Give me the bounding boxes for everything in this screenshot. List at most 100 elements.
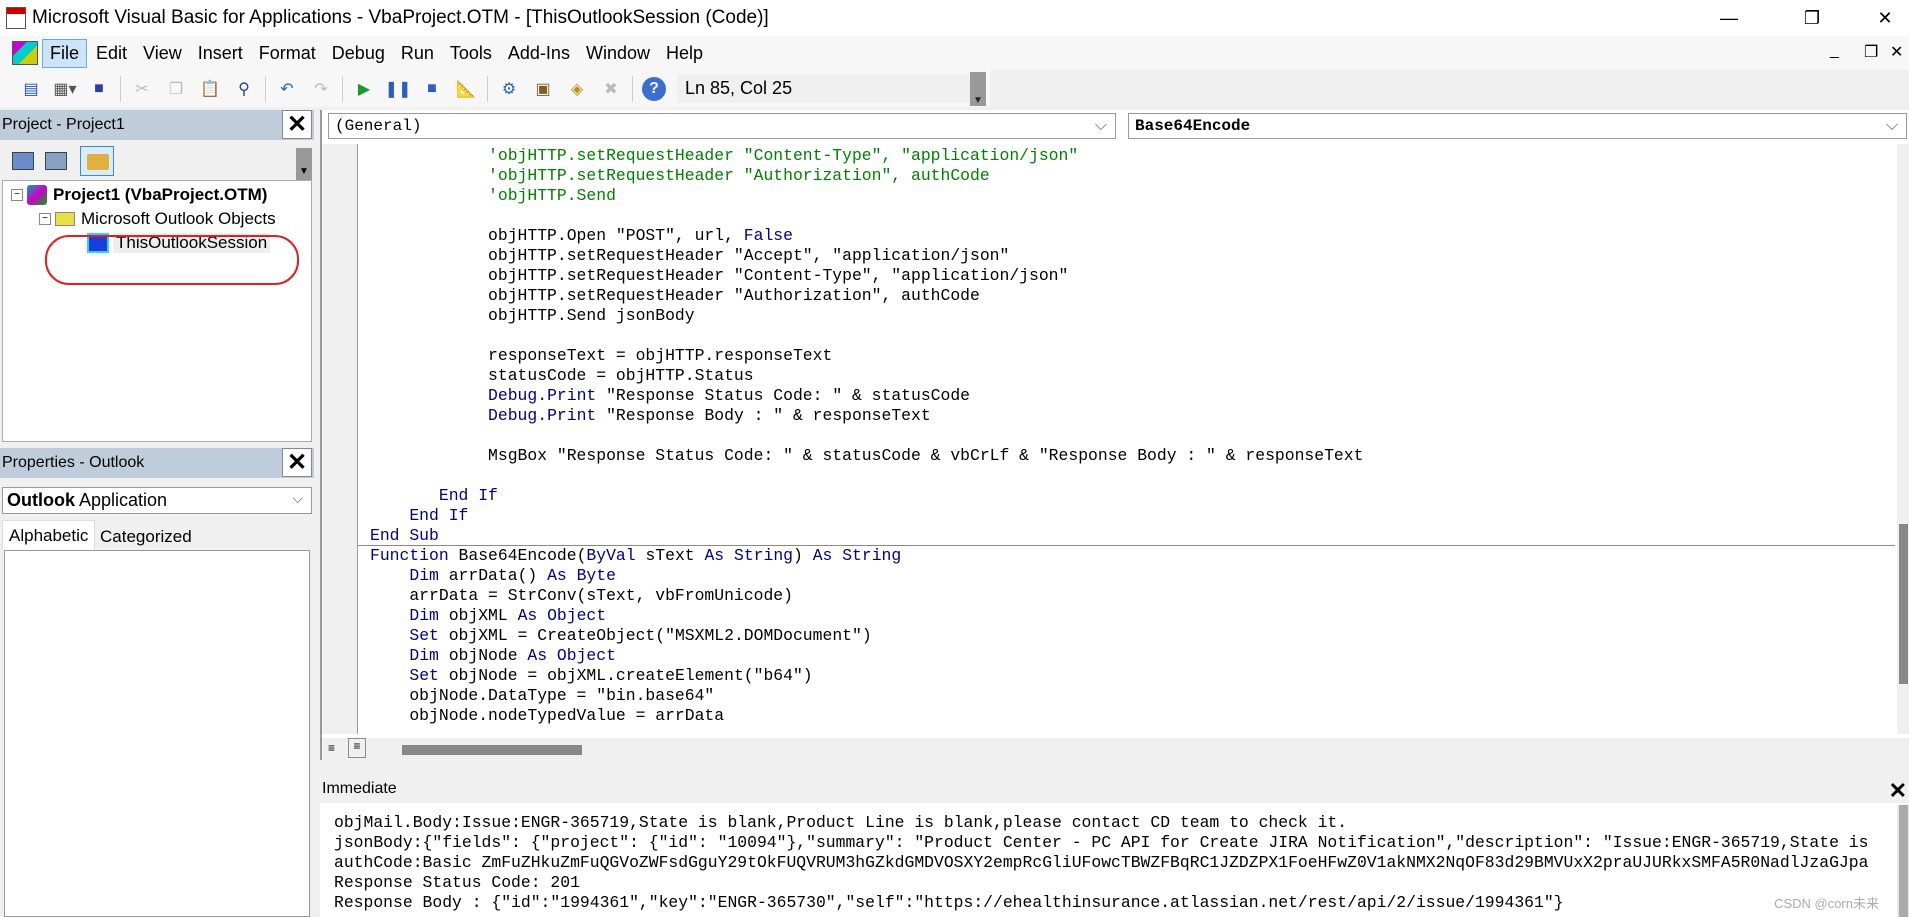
code-token: ) bbox=[793, 546, 813, 565]
code-line: objHTTP.setRequestHeader "Accept", "appl… bbox=[370, 246, 1895, 266]
properties-window-icon[interactable]: ▣ bbox=[531, 77, 555, 101]
minimize-button[interactable]: — bbox=[1706, 0, 1752, 36]
immediate-line: Response Status Code: 201 bbox=[334, 873, 580, 892]
code-line: Debug.Print "Response Status Code: " & s… bbox=[370, 386, 1895, 406]
save-icon[interactable]: ■ bbox=[87, 77, 111, 101]
keyword-token: Debug.Print bbox=[488, 386, 597, 405]
menu-window[interactable]: Window bbox=[579, 40, 657, 67]
code-token: MsgBox "Response Status Code: " & status… bbox=[370, 446, 1364, 465]
paste-icon[interactable]: 📋 bbox=[198, 77, 222, 101]
menu-debug[interactable]: Debug bbox=[325, 40, 392, 67]
collapse-icon[interactable]: − bbox=[39, 213, 51, 225]
menu-insert[interactable]: Insert bbox=[191, 40, 250, 67]
code-line: Function Base64Encode(ByVal sText As Str… bbox=[370, 546, 1895, 566]
menu-add-ins[interactable]: Add-Ins bbox=[501, 40, 577, 67]
mdi-minimize-button[interactable]: _ bbox=[1830, 42, 1839, 60]
object-browser-icon[interactable]: ◈ bbox=[565, 77, 589, 101]
cut-icon[interactable]: ✂ bbox=[130, 77, 154, 101]
code-token: "Response Status Code: " & statusCode bbox=[596, 386, 971, 405]
object-dropdown[interactable]: Outlook Application ⌵ bbox=[2, 487, 312, 514]
restore-button[interactable]: ❐ bbox=[1789, 0, 1835, 36]
standard-toolbar: ▤ ▦▾ ■ ✂ ❐ 📋 ⚲ ↶ ↷ ▶ ❚❚ ■ 📐 ⚙ ▣ ◈ ✖ ? Ln… bbox=[0, 70, 990, 107]
scroll-thumb[interactable] bbox=[1899, 524, 1908, 684]
menu-view[interactable]: View bbox=[136, 40, 189, 67]
redo-icon[interactable]: ↷ bbox=[309, 77, 333, 101]
immediate-output[interactable]: objMail.Body:Issue:ENGR-365719,State is … bbox=[334, 813, 1889, 913]
close-button[interactable]: ✕ bbox=[1862, 0, 1908, 36]
properties-close-button[interactable]: ✕ bbox=[282, 448, 312, 477]
project-toolbar-scroll[interactable]: ▼ bbox=[296, 148, 312, 182]
keyword-token: ByVal bbox=[586, 546, 636, 565]
code-line: statusCode = objHTTP.Status bbox=[370, 366, 1895, 386]
reset-icon[interactable]: ■ bbox=[420, 77, 444, 101]
menu-bar: File Edit View Insert Format Debug Run T… bbox=[0, 36, 1909, 70]
immediate-scrollbar[interactable] bbox=[1897, 805, 1909, 917]
vertical-scrollbar[interactable] bbox=[1897, 144, 1909, 734]
immediate-header: Immediate bbox=[320, 775, 1909, 803]
toolbar-options-icon[interactable]: ▼ bbox=[970, 72, 986, 106]
code-line: End Sub bbox=[370, 526, 1895, 546]
properties-title: Properties - Outlook bbox=[2, 454, 145, 471]
design-mode-icon[interactable]: 📐 bbox=[454, 77, 478, 101]
tab-alphabetic[interactable]: Alphabetic bbox=[2, 520, 95, 550]
tree-node-project1[interactable]: − Project1 (VbaProject.OTM) bbox=[11, 185, 267, 205]
code-line: objHTTP.setRequestHeader "Content-Type",… bbox=[370, 266, 1895, 286]
mdi-restore-button[interactable]: ❐ bbox=[1864, 42, 1878, 62]
full-module-view-button[interactable]: ≡ bbox=[348, 738, 366, 758]
menu-tools[interactable]: Tools bbox=[443, 40, 499, 67]
comment-token: 'objHTTP.setRequestHeader "Content-Type"… bbox=[370, 146, 1079, 165]
menu-edit[interactable]: Edit bbox=[89, 40, 134, 67]
code-line: responseText = objHTTP.responseText bbox=[370, 346, 1895, 366]
procedure-view-button[interactable]: ≡ bbox=[328, 741, 335, 755]
collapse-icon[interactable]: − bbox=[11, 189, 23, 201]
break-icon[interactable]: ❚❚ bbox=[385, 77, 412, 101]
horizontal-scroll-area: ≡ ≡ bbox=[322, 738, 1909, 760]
menu-format[interactable]: Format bbox=[252, 40, 323, 67]
run-icon[interactable]: ▶ bbox=[352, 77, 376, 101]
code-token: objXML bbox=[438, 606, 518, 625]
keyword-token: End Sub bbox=[370, 526, 439, 545]
view-object-icon[interactable] bbox=[45, 152, 67, 170]
undo-icon[interactable]: ↶ bbox=[275, 77, 299, 101]
keyword-token: Set bbox=[409, 666, 439, 685]
mdi-close-button[interactable]: ✕ bbox=[1890, 42, 1903, 62]
copy-icon[interactable]: ❐ bbox=[164, 77, 188, 101]
view-code-icon[interactable] bbox=[12, 152, 34, 170]
project-explorer: Project - Project1 ✕ ▼ − Project1 (VbaPr… bbox=[0, 110, 314, 442]
code-token: objHTTP.setRequestHeader "Accept", "appl… bbox=[370, 246, 1010, 265]
title-bar: Microsoft Visual Basic for Applications … bbox=[0, 0, 1909, 36]
menu-file[interactable]: File bbox=[42, 38, 88, 68]
procedure-combo[interactable]: Base64Encode ⌵ bbox=[1128, 113, 1907, 139]
immediate-line: Response Body : {"id":"1994361","key":"E… bbox=[334, 893, 1564, 912]
code-line: 'objHTTP.setRequestHeader "Authorization… bbox=[370, 166, 1895, 186]
project-close-button[interactable]: ✕ bbox=[282, 110, 312, 139]
code-token: objNode.nodeTypedValue = arrData bbox=[370, 706, 725, 725]
keyword-token: As Byte bbox=[547, 566, 616, 585]
project-explorer-title: Project - Project1 bbox=[2, 116, 125, 133]
project-explorer-icon[interactable]: ⚙ bbox=[497, 77, 521, 101]
immediate-close-button[interactable]: ✕ bbox=[1889, 778, 1907, 804]
keyword-token: As Object bbox=[527, 646, 616, 665]
keyword-token: Debug.Print bbox=[488, 406, 597, 425]
code-token: responseText = objHTTP.responseText bbox=[370, 346, 833, 365]
insert-userform-icon[interactable]: ▦▾ bbox=[53, 77, 77, 101]
horizontal-scroll-thumb[interactable] bbox=[402, 745, 582, 755]
code-editor[interactable]: 'objHTTP.setRequestHeader "Content-Type"… bbox=[370, 146, 1895, 734]
toggle-folders-icon[interactable] bbox=[80, 146, 114, 176]
view-object-icon[interactable]: ▤ bbox=[19, 77, 43, 101]
vba-menu-icon[interactable] bbox=[12, 41, 38, 65]
toolbox-icon[interactable]: ✖ bbox=[599, 77, 623, 101]
find-icon[interactable]: ⚲ bbox=[232, 77, 256, 101]
menu-run[interactable]: Run bbox=[394, 40, 441, 67]
menu-help[interactable]: Help bbox=[659, 40, 710, 67]
tab-categorized[interactable]: Categorized bbox=[96, 524, 196, 550]
keyword-token: As Object bbox=[517, 606, 607, 625]
code-token: arrData() bbox=[438, 566, 548, 585]
tree-node-outlook-objects[interactable]: − Microsoft Outlook Objects bbox=[39, 209, 276, 229]
help-icon[interactable]: ? bbox=[642, 76, 666, 101]
object-combo[interactable]: (General) ⌵ bbox=[328, 113, 1116, 139]
